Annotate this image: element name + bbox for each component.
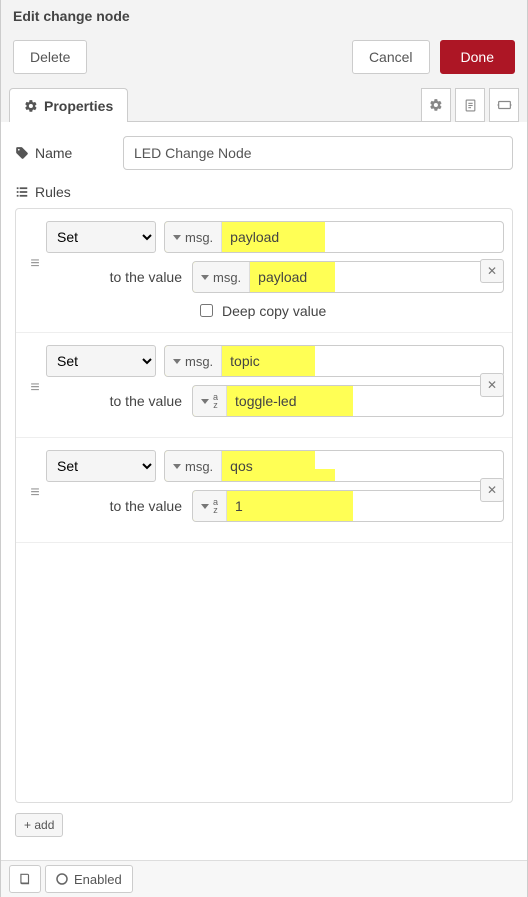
typed-value-input[interactable] xyxy=(222,222,503,252)
done-button[interactable]: Done xyxy=(440,40,515,74)
type-selector-button[interactable]: az xyxy=(193,491,227,521)
bars-icon[interactable]: ≡ xyxy=(24,379,46,397)
tab-properties[interactable]: Properties xyxy=(9,88,128,122)
type-selector-button[interactable]: msg. xyxy=(193,262,250,292)
caret-down-icon xyxy=(201,504,209,509)
rules-label-row: Rules xyxy=(15,184,513,200)
rules-list: ≡Setmsg.to the valuemsg.Deep copy value✕… xyxy=(15,208,513,803)
to-value-label: to the value xyxy=(46,393,184,409)
gear-icon xyxy=(24,99,38,113)
name-label: Name xyxy=(35,145,72,161)
type-label: msg. xyxy=(185,354,213,369)
rule-target-field: msg. xyxy=(164,450,504,482)
form-body: Name Rules ≡Setmsg.to the valuemsg.Deep … xyxy=(1,122,527,897)
name-row: Name xyxy=(15,136,513,170)
footer-toolbar: Enabled xyxy=(1,860,527,897)
rule-item: ≡Setmsg.to the valueaz✕ xyxy=(16,333,512,438)
rule-value-field: msg. xyxy=(192,261,504,293)
string-type-icon: az xyxy=(213,498,218,514)
type-selector-button[interactable]: az xyxy=(193,386,227,416)
deep-copy-label: Deep copy value xyxy=(222,303,326,319)
deep-copy-checkbox[interactable] xyxy=(200,304,213,317)
rule-item: ≡Setmsg.to the valuemsg.Deep copy value✕ xyxy=(16,209,512,333)
typed-value-input[interactable] xyxy=(222,346,503,376)
panel-title: Edit change node xyxy=(13,8,515,34)
typed-value-input[interactable] xyxy=(222,451,503,481)
rule-value-field: az xyxy=(192,490,504,522)
edit-panel: Edit change node Delete Cancel Done Prop… xyxy=(0,0,528,897)
typed-value-input[interactable] xyxy=(250,262,503,292)
docs-button[interactable] xyxy=(9,865,41,893)
type-label: msg. xyxy=(185,230,213,245)
rule-target-field: msg. xyxy=(164,345,504,377)
list-icon xyxy=(15,185,29,199)
circle-icon xyxy=(56,873,68,885)
caret-down-icon xyxy=(173,464,181,469)
rule-action-select[interactable]: Set xyxy=(46,221,156,253)
type-label: msg. xyxy=(185,459,213,474)
enabled-label: Enabled xyxy=(74,872,122,887)
caret-down-icon xyxy=(201,275,209,280)
add-label: add xyxy=(34,818,54,832)
caret-down-icon xyxy=(173,235,181,240)
type-selector-button[interactable]: msg. xyxy=(165,346,222,376)
caret-down-icon xyxy=(201,399,209,404)
rule-item: ≡Setmsg.to the valueaz✕ xyxy=(16,438,512,543)
to-value-label: to the value xyxy=(46,269,184,285)
tabs-row: Properties xyxy=(1,88,527,122)
caret-down-icon xyxy=(173,359,181,364)
typed-value-input[interactable] xyxy=(227,491,503,521)
name-input[interactable] xyxy=(123,136,513,170)
type-selector-button[interactable]: msg. xyxy=(165,451,222,481)
typed-value-input[interactable] xyxy=(227,386,503,416)
rule-action-select[interactable]: Set xyxy=(46,450,156,482)
plus-icon: + xyxy=(24,818,31,832)
bars-icon[interactable]: ≡ xyxy=(24,255,46,273)
type-label: msg. xyxy=(213,270,241,285)
panel-header: Edit change node Delete Cancel Done xyxy=(1,0,527,88)
type-selector-button[interactable]: msg. xyxy=(165,222,222,252)
settings-icon-tab[interactable] xyxy=(421,88,451,122)
add-rule-button[interactable]: + add xyxy=(15,813,63,837)
book-icon xyxy=(18,872,32,886)
appearance-icon-tab[interactable] xyxy=(489,88,519,122)
string-type-icon: az xyxy=(213,393,218,409)
rule-target-field: msg. xyxy=(164,221,504,253)
delete-button[interactable]: Delete xyxy=(13,40,87,74)
cancel-button[interactable]: Cancel xyxy=(352,40,430,74)
rule-value-field: az xyxy=(192,385,504,417)
header-buttons: Delete Cancel Done xyxy=(13,34,515,78)
description-icon-tab[interactable] xyxy=(455,88,485,122)
enabled-toggle[interactable]: Enabled xyxy=(45,865,133,893)
rule-action-select[interactable]: Set xyxy=(46,345,156,377)
to-value-label: to the value xyxy=(46,498,184,514)
rules-label: Rules xyxy=(35,184,71,200)
tag-icon xyxy=(15,146,29,160)
tab-label: Properties xyxy=(44,89,113,123)
bars-icon[interactable]: ≡ xyxy=(24,484,46,502)
